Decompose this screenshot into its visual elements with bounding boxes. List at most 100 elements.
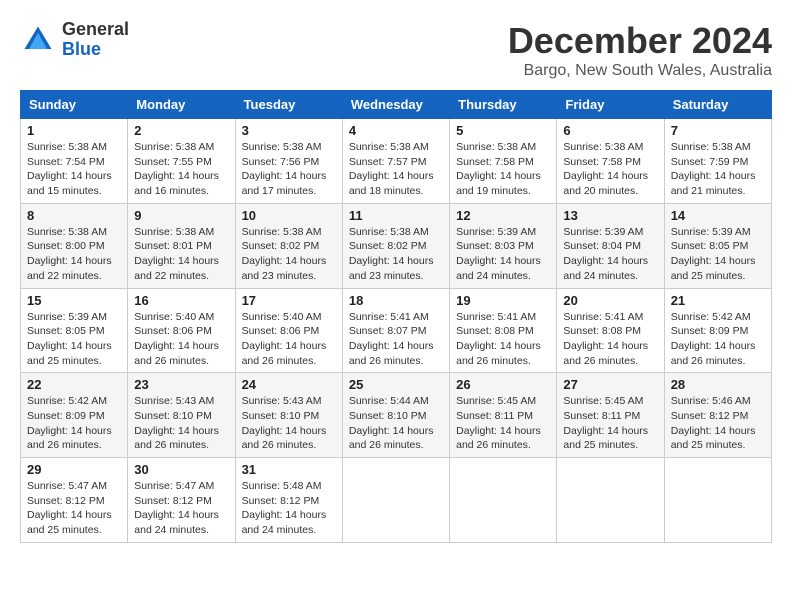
day-number: 24 <box>242 377 336 392</box>
logo: General Blue <box>20 20 129 60</box>
table-row <box>342 458 449 543</box>
table-row: 3 Sunrise: 5:38 AMSunset: 7:56 PMDayligh… <box>235 119 342 204</box>
day-info: Sunrise: 5:43 AMSunset: 8:10 PMDaylight:… <box>134 394 228 453</box>
day-info: Sunrise: 5:38 AMSunset: 7:56 PMDaylight:… <box>242 140 336 199</box>
page-header: General Blue December 2024 Bargo, New So… <box>20 20 772 80</box>
day-info: Sunrise: 5:41 AMSunset: 8:08 PMDaylight:… <box>563 310 657 369</box>
table-row: 9 Sunrise: 5:38 AMSunset: 8:01 PMDayligh… <box>128 203 235 288</box>
day-info: Sunrise: 5:39 AMSunset: 8:05 PMDaylight:… <box>27 310 121 369</box>
day-info: Sunrise: 5:47 AMSunset: 8:12 PMDaylight:… <box>27 479 121 538</box>
day-info: Sunrise: 5:38 AMSunset: 8:02 PMDaylight:… <box>349 225 443 284</box>
day-number: 19 <box>456 293 550 308</box>
day-number: 20 <box>563 293 657 308</box>
day-info: Sunrise: 5:38 AMSunset: 7:57 PMDaylight:… <box>349 140 443 199</box>
day-number: 17 <box>242 293 336 308</box>
location-subtitle: Bargo, New South Wales, Australia <box>508 62 772 80</box>
table-row: 13 Sunrise: 5:39 AMSunset: 8:04 PMDaylig… <box>557 203 664 288</box>
day-number: 21 <box>671 293 765 308</box>
weekday-header-row: Sunday Monday Tuesday Wednesday Thursday… <box>21 91 772 119</box>
table-row: 15 Sunrise: 5:39 AMSunset: 8:05 PMDaylig… <box>21 288 128 373</box>
table-row: 23 Sunrise: 5:43 AMSunset: 8:10 PMDaylig… <box>128 373 235 458</box>
day-number: 5 <box>456 123 550 138</box>
day-info: Sunrise: 5:40 AMSunset: 8:06 PMDaylight:… <box>134 310 228 369</box>
table-row: 11 Sunrise: 5:38 AMSunset: 8:02 PMDaylig… <box>342 203 449 288</box>
table-row: 12 Sunrise: 5:39 AMSunset: 8:03 PMDaylig… <box>450 203 557 288</box>
day-number: 7 <box>671 123 765 138</box>
header-thursday: Thursday <box>450 91 557 119</box>
table-row: 17 Sunrise: 5:40 AMSunset: 8:06 PMDaylig… <box>235 288 342 373</box>
day-number: 9 <box>134 208 228 223</box>
day-number: 26 <box>456 377 550 392</box>
table-row: 20 Sunrise: 5:41 AMSunset: 8:08 PMDaylig… <box>557 288 664 373</box>
day-number: 13 <box>563 208 657 223</box>
table-row <box>664 458 771 543</box>
day-number: 30 <box>134 462 228 477</box>
table-row: 14 Sunrise: 5:39 AMSunset: 8:05 PMDaylig… <box>664 203 771 288</box>
logo-general: General <box>62 20 129 40</box>
day-info: Sunrise: 5:38 AMSunset: 7:59 PMDaylight:… <box>671 140 765 199</box>
day-number: 16 <box>134 293 228 308</box>
calendar-week-row: 15 Sunrise: 5:39 AMSunset: 8:05 PMDaylig… <box>21 288 772 373</box>
calendar-week-row: 22 Sunrise: 5:42 AMSunset: 8:09 PMDaylig… <box>21 373 772 458</box>
day-info: Sunrise: 5:48 AMSunset: 8:12 PMDaylight:… <box>242 479 336 538</box>
table-row: 31 Sunrise: 5:48 AMSunset: 8:12 PMDaylig… <box>235 458 342 543</box>
day-info: Sunrise: 5:38 AMSunset: 7:58 PMDaylight:… <box>456 140 550 199</box>
header-friday: Friday <box>557 91 664 119</box>
table-row: 8 Sunrise: 5:38 AMSunset: 8:00 PMDayligh… <box>21 203 128 288</box>
table-row: 1 Sunrise: 5:38 AMSunset: 7:54 PMDayligh… <box>21 119 128 204</box>
table-row: 25 Sunrise: 5:44 AMSunset: 8:10 PMDaylig… <box>342 373 449 458</box>
day-number: 27 <box>563 377 657 392</box>
logo-icon <box>20 22 56 58</box>
day-number: 3 <box>242 123 336 138</box>
day-info: Sunrise: 5:41 AMSunset: 8:08 PMDaylight:… <box>456 310 550 369</box>
header-sunday: Sunday <box>21 91 128 119</box>
day-info: Sunrise: 5:39 AMSunset: 8:04 PMDaylight:… <box>563 225 657 284</box>
day-info: Sunrise: 5:39 AMSunset: 8:05 PMDaylight:… <box>671 225 765 284</box>
day-info: Sunrise: 5:44 AMSunset: 8:10 PMDaylight:… <box>349 394 443 453</box>
day-info: Sunrise: 5:43 AMSunset: 8:10 PMDaylight:… <box>242 394 336 453</box>
day-number: 12 <box>456 208 550 223</box>
header-wednesday: Wednesday <box>342 91 449 119</box>
month-title: December 2024 <box>508 20 772 62</box>
day-number: 2 <box>134 123 228 138</box>
table-row: 28 Sunrise: 5:46 AMSunset: 8:12 PMDaylig… <box>664 373 771 458</box>
day-info: Sunrise: 5:47 AMSunset: 8:12 PMDaylight:… <box>134 479 228 538</box>
day-number: 4 <box>349 123 443 138</box>
table-row: 7 Sunrise: 5:38 AMSunset: 7:59 PMDayligh… <box>664 119 771 204</box>
day-info: Sunrise: 5:38 AMSunset: 8:02 PMDaylight:… <box>242 225 336 284</box>
table-row: 27 Sunrise: 5:45 AMSunset: 8:11 PMDaylig… <box>557 373 664 458</box>
header-saturday: Saturday <box>664 91 771 119</box>
table-row: 5 Sunrise: 5:38 AMSunset: 7:58 PMDayligh… <box>450 119 557 204</box>
day-info: Sunrise: 5:42 AMSunset: 8:09 PMDaylight:… <box>27 394 121 453</box>
day-number: 25 <box>349 377 443 392</box>
day-number: 28 <box>671 377 765 392</box>
day-number: 14 <box>671 208 765 223</box>
day-number: 11 <box>349 208 443 223</box>
calendar-week-row: 29 Sunrise: 5:47 AMSunset: 8:12 PMDaylig… <box>21 458 772 543</box>
day-number: 22 <box>27 377 121 392</box>
day-number: 23 <box>134 377 228 392</box>
logo-blue: Blue <box>62 40 129 60</box>
day-number: 29 <box>27 462 121 477</box>
day-info: Sunrise: 5:38 AMSunset: 8:00 PMDaylight:… <box>27 225 121 284</box>
day-number: 15 <box>27 293 121 308</box>
table-row: 24 Sunrise: 5:43 AMSunset: 8:10 PMDaylig… <box>235 373 342 458</box>
table-row: 21 Sunrise: 5:42 AMSunset: 8:09 PMDaylig… <box>664 288 771 373</box>
table-row: 4 Sunrise: 5:38 AMSunset: 7:57 PMDayligh… <box>342 119 449 204</box>
day-info: Sunrise: 5:45 AMSunset: 8:11 PMDaylight:… <box>563 394 657 453</box>
day-info: Sunrise: 5:38 AMSunset: 7:54 PMDaylight:… <box>27 140 121 199</box>
table-row: 22 Sunrise: 5:42 AMSunset: 8:09 PMDaylig… <box>21 373 128 458</box>
day-number: 1 <box>27 123 121 138</box>
logo-text: General Blue <box>62 20 129 60</box>
calendar-table: Sunday Monday Tuesday Wednesday Thursday… <box>20 90 772 543</box>
calendar-week-row: 8 Sunrise: 5:38 AMSunset: 8:00 PMDayligh… <box>21 203 772 288</box>
day-info: Sunrise: 5:38 AMSunset: 7:55 PMDaylight:… <box>134 140 228 199</box>
day-info: Sunrise: 5:39 AMSunset: 8:03 PMDaylight:… <box>456 225 550 284</box>
table-row <box>557 458 664 543</box>
title-section: December 2024 Bargo, New South Wales, Au… <box>508 20 772 80</box>
day-info: Sunrise: 5:40 AMSunset: 8:06 PMDaylight:… <box>242 310 336 369</box>
day-number: 18 <box>349 293 443 308</box>
table-row: 18 Sunrise: 5:41 AMSunset: 8:07 PMDaylig… <box>342 288 449 373</box>
calendar-week-row: 1 Sunrise: 5:38 AMSunset: 7:54 PMDayligh… <box>21 119 772 204</box>
day-number: 8 <box>27 208 121 223</box>
